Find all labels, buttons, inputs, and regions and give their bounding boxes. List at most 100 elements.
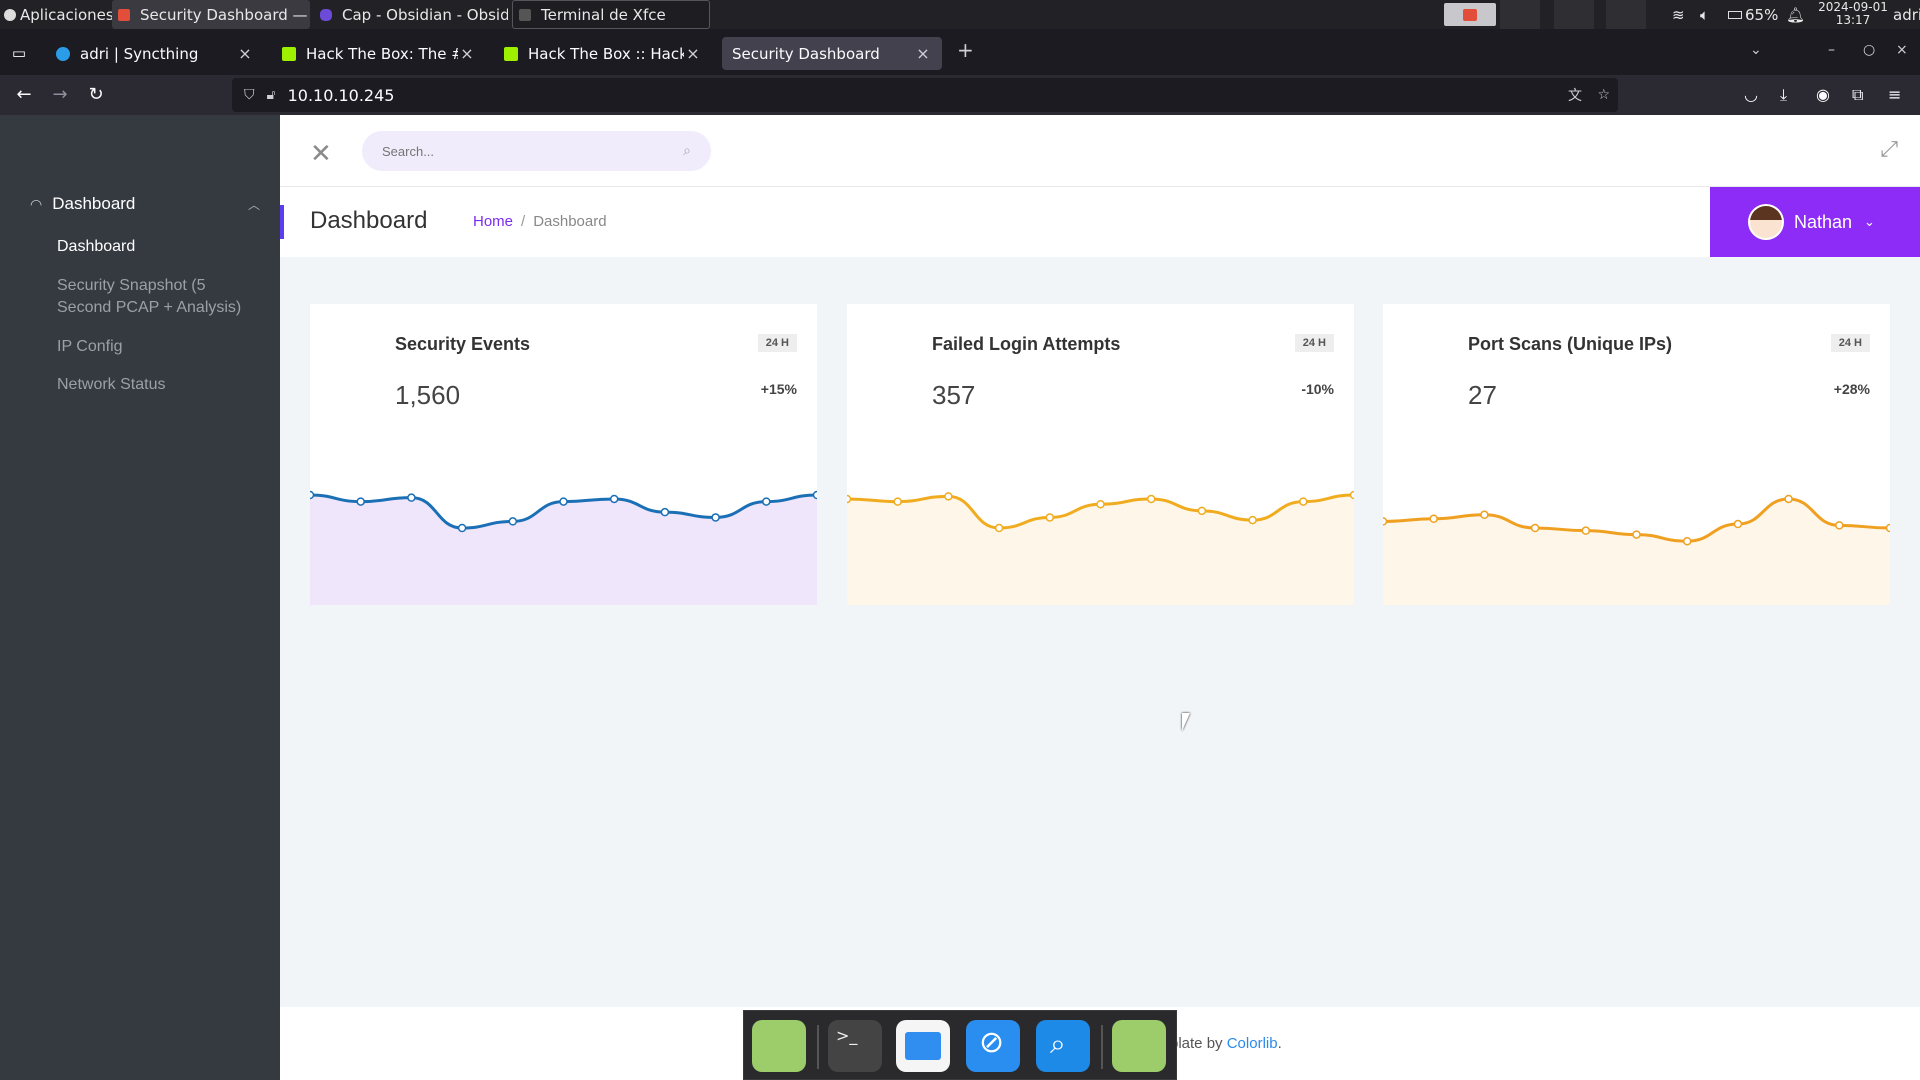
translate-icon[interactable]: 文	[1568, 85, 1582, 105]
main-content: ✕ ⌕ ⤢ Dashboard Home/Dashboard Nathan ⌄ …	[280, 115, 1920, 1080]
close-window-button[interactable]: ×	[1896, 42, 1908, 58]
close-icon[interactable]: ×	[458, 44, 476, 63]
sparkline-point[interactable]	[1349, 490, 1355, 500]
sparkline-point[interactable]	[1885, 523, 1891, 533]
tab-security-dashboard[interactable]: Security Dashboard ×	[722, 37, 942, 70]
sparkline-point[interactable]	[609, 494, 619, 504]
fullscreen-icon[interactable]: ⤢	[1880, 137, 1898, 162]
dock-search-icon[interactable]: ⌕	[1036, 1020, 1090, 1072]
sparkline-point[interactable]	[1733, 519, 1743, 529]
sparkline-point[interactable]	[457, 523, 467, 533]
battery-level: 65%	[1745, 5, 1779, 24]
taskbar-item-obsidian[interactable]: Cap - Obsidian - Obsidi...	[314, 0, 508, 29]
battery-indicator[interactable]: 65%	[1728, 0, 1778, 29]
sparkline-point[interactable]	[1429, 514, 1438, 524]
dock-file-manager-icon[interactable]	[752, 1020, 806, 1072]
sidebar-item-ip-config[interactable]: IP Config	[57, 336, 257, 358]
search-input[interactable]	[382, 143, 684, 159]
sparkline-point[interactable]	[310, 490, 315, 500]
sparkline-point[interactable]	[559, 497, 568, 506]
tab-hackthebox-1[interactable]: Hack The Box: The #1 Cyb ×	[272, 37, 486, 70]
sparkline-point[interactable]	[1581, 526, 1591, 535]
tab-hackthebox-2[interactable]: Hack The Box :: Hack The ×	[494, 37, 712, 70]
task-label: Security Dashboard — ...	[140, 5, 310, 24]
download-icon[interactable]: ⤓	[1780, 85, 1787, 105]
forward-button[interactable]: →	[47, 83, 73, 107]
tab-syncthing[interactable]: adri | Syncthing ×	[46, 37, 264, 70]
sidebar-item-security-snapshot[interactable]: Security Snapshot (5 Second PCAP + Analy…	[57, 275, 257, 319]
sparkline-point[interactable]	[1299, 497, 1308, 506]
footer-link[interactable]: Colorlib	[1227, 1035, 1278, 1052]
sparkline-area	[1383, 498, 1890, 605]
sparkline-point[interactable]	[1530, 523, 1540, 533]
sidebar-section-dashboard[interactable]: ◠ Dashboard ︿	[30, 192, 260, 216]
sparkline-point[interactable]	[508, 517, 518, 526]
workspace-switcher[interactable]	[1444, 3, 1496, 26]
close-icon[interactable]: ×	[914, 44, 932, 63]
close-icon[interactable]: ✕	[310, 139, 332, 169]
sparkline-point[interactable]	[1045, 513, 1055, 522]
wifi-icon[interactable]: ≋	[1672, 0, 1685, 29]
dock-separator	[1101, 1025, 1103, 1069]
sparkline-point[interactable]	[660, 507, 670, 517]
card-value: 357	[932, 380, 976, 410]
footer-text: plate by	[1170, 1035, 1227, 1052]
dock-folder-icon[interactable]	[1112, 1020, 1166, 1072]
sparkline-point[interactable]	[1383, 517, 1388, 526]
minimize-button[interactable]: –	[1828, 42, 1835, 58]
notifications-icon[interactable]: 🔔︎	[1786, 0, 1805, 29]
taskbar-item-firefox[interactable]: Security Dashboard — ...	[112, 0, 310, 29]
sparkline-point[interactable]	[1146, 494, 1156, 504]
workspace-3[interactable]	[1554, 0, 1594, 29]
firefox-view-icon[interactable]: ▭	[6, 41, 32, 65]
sparkline-point[interactable]	[1835, 521, 1844, 530]
sparkline-point[interactable]	[893, 497, 902, 506]
search-icon[interactable]: ⌕	[683, 143, 691, 159]
close-icon[interactable]: ×	[236, 44, 254, 63]
sparkline-point[interactable]	[1096, 499, 1105, 509]
workspace-4[interactable]	[1606, 0, 1646, 29]
sparkline-point[interactable]	[356, 497, 365, 506]
sparkline-point[interactable]	[1197, 506, 1207, 516]
sidebar-item-network-status[interactable]: Network Status	[57, 374, 257, 396]
sparkline-point[interactable]	[812, 490, 818, 500]
pocket-icon[interactable]: ◡	[1744, 85, 1758, 104]
sparkline-point[interactable]	[1632, 530, 1641, 539]
shield-icon[interactable]: ⛉	[244, 87, 255, 103]
reload-button[interactable]: ↻	[83, 83, 109, 107]
list-tabs-icon[interactable]: ⌄	[1750, 42, 1762, 58]
clock[interactable]: 2024-09-01 13:17	[1810, 1, 1896, 27]
extensions-icon[interactable]: ⧉	[1852, 85, 1863, 105]
taskbar-item-terminal[interactable]: Terminal de Xfce	[512, 0, 710, 29]
bookmark-star-icon[interactable]: ☆	[1597, 87, 1610, 103]
close-icon[interactable]: ×	[684, 44, 702, 63]
maximize-button[interactable]: ○	[1863, 42, 1875, 58]
dock-terminal-icon[interactable]: >_	[828, 1020, 882, 1072]
sparkline-point[interactable]	[994, 523, 1004, 533]
sparkline-point[interactable]	[1784, 494, 1793, 504]
url-bar[interactable]: ⛉ 🔓︎ 10.10.10.245 文 ☆	[232, 78, 1618, 112]
volume-icon[interactable]: 🔈︎	[1700, 0, 1709, 29]
dock-browser-icon[interactable]: ⊘	[966, 1020, 1020, 1072]
workspace-2[interactable]	[1500, 0, 1540, 29]
lock-icon[interactable]: 🔓︎	[267, 87, 276, 103]
back-button[interactable]: ←	[11, 83, 37, 107]
session-user[interactable]: adri	[1893, 0, 1920, 29]
sparkline-point[interactable]	[847, 494, 852, 504]
dock-files-icon[interactable]	[896, 1020, 950, 1072]
new-tab-button[interactable]: +	[957, 38, 974, 62]
menu-icon[interactable]: ≡	[1888, 85, 1901, 104]
breadcrumb-home[interactable]: Home	[473, 213, 513, 230]
sparkline-point[interactable]	[1248, 515, 1257, 525]
user-menu-button[interactable]: Nathan ⌄	[1710, 187, 1920, 257]
sparkline-point[interactable]	[762, 497, 771, 506]
sparkline-point[interactable]	[944, 492, 953, 501]
sparkline-point[interactable]	[711, 513, 720, 522]
mouse-cursor	[1182, 713, 1196, 731]
sidebar-item-dashboard[interactable]: Dashboard	[57, 236, 257, 258]
sparkline-point[interactable]	[1480, 510, 1489, 520]
sparkline-point[interactable]	[407, 493, 416, 502]
sparkline-point[interactable]	[1682, 536, 1692, 546]
search-box[interactable]: ⌕	[362, 131, 711, 171]
account-icon[interactable]: ◉	[1816, 85, 1830, 104]
